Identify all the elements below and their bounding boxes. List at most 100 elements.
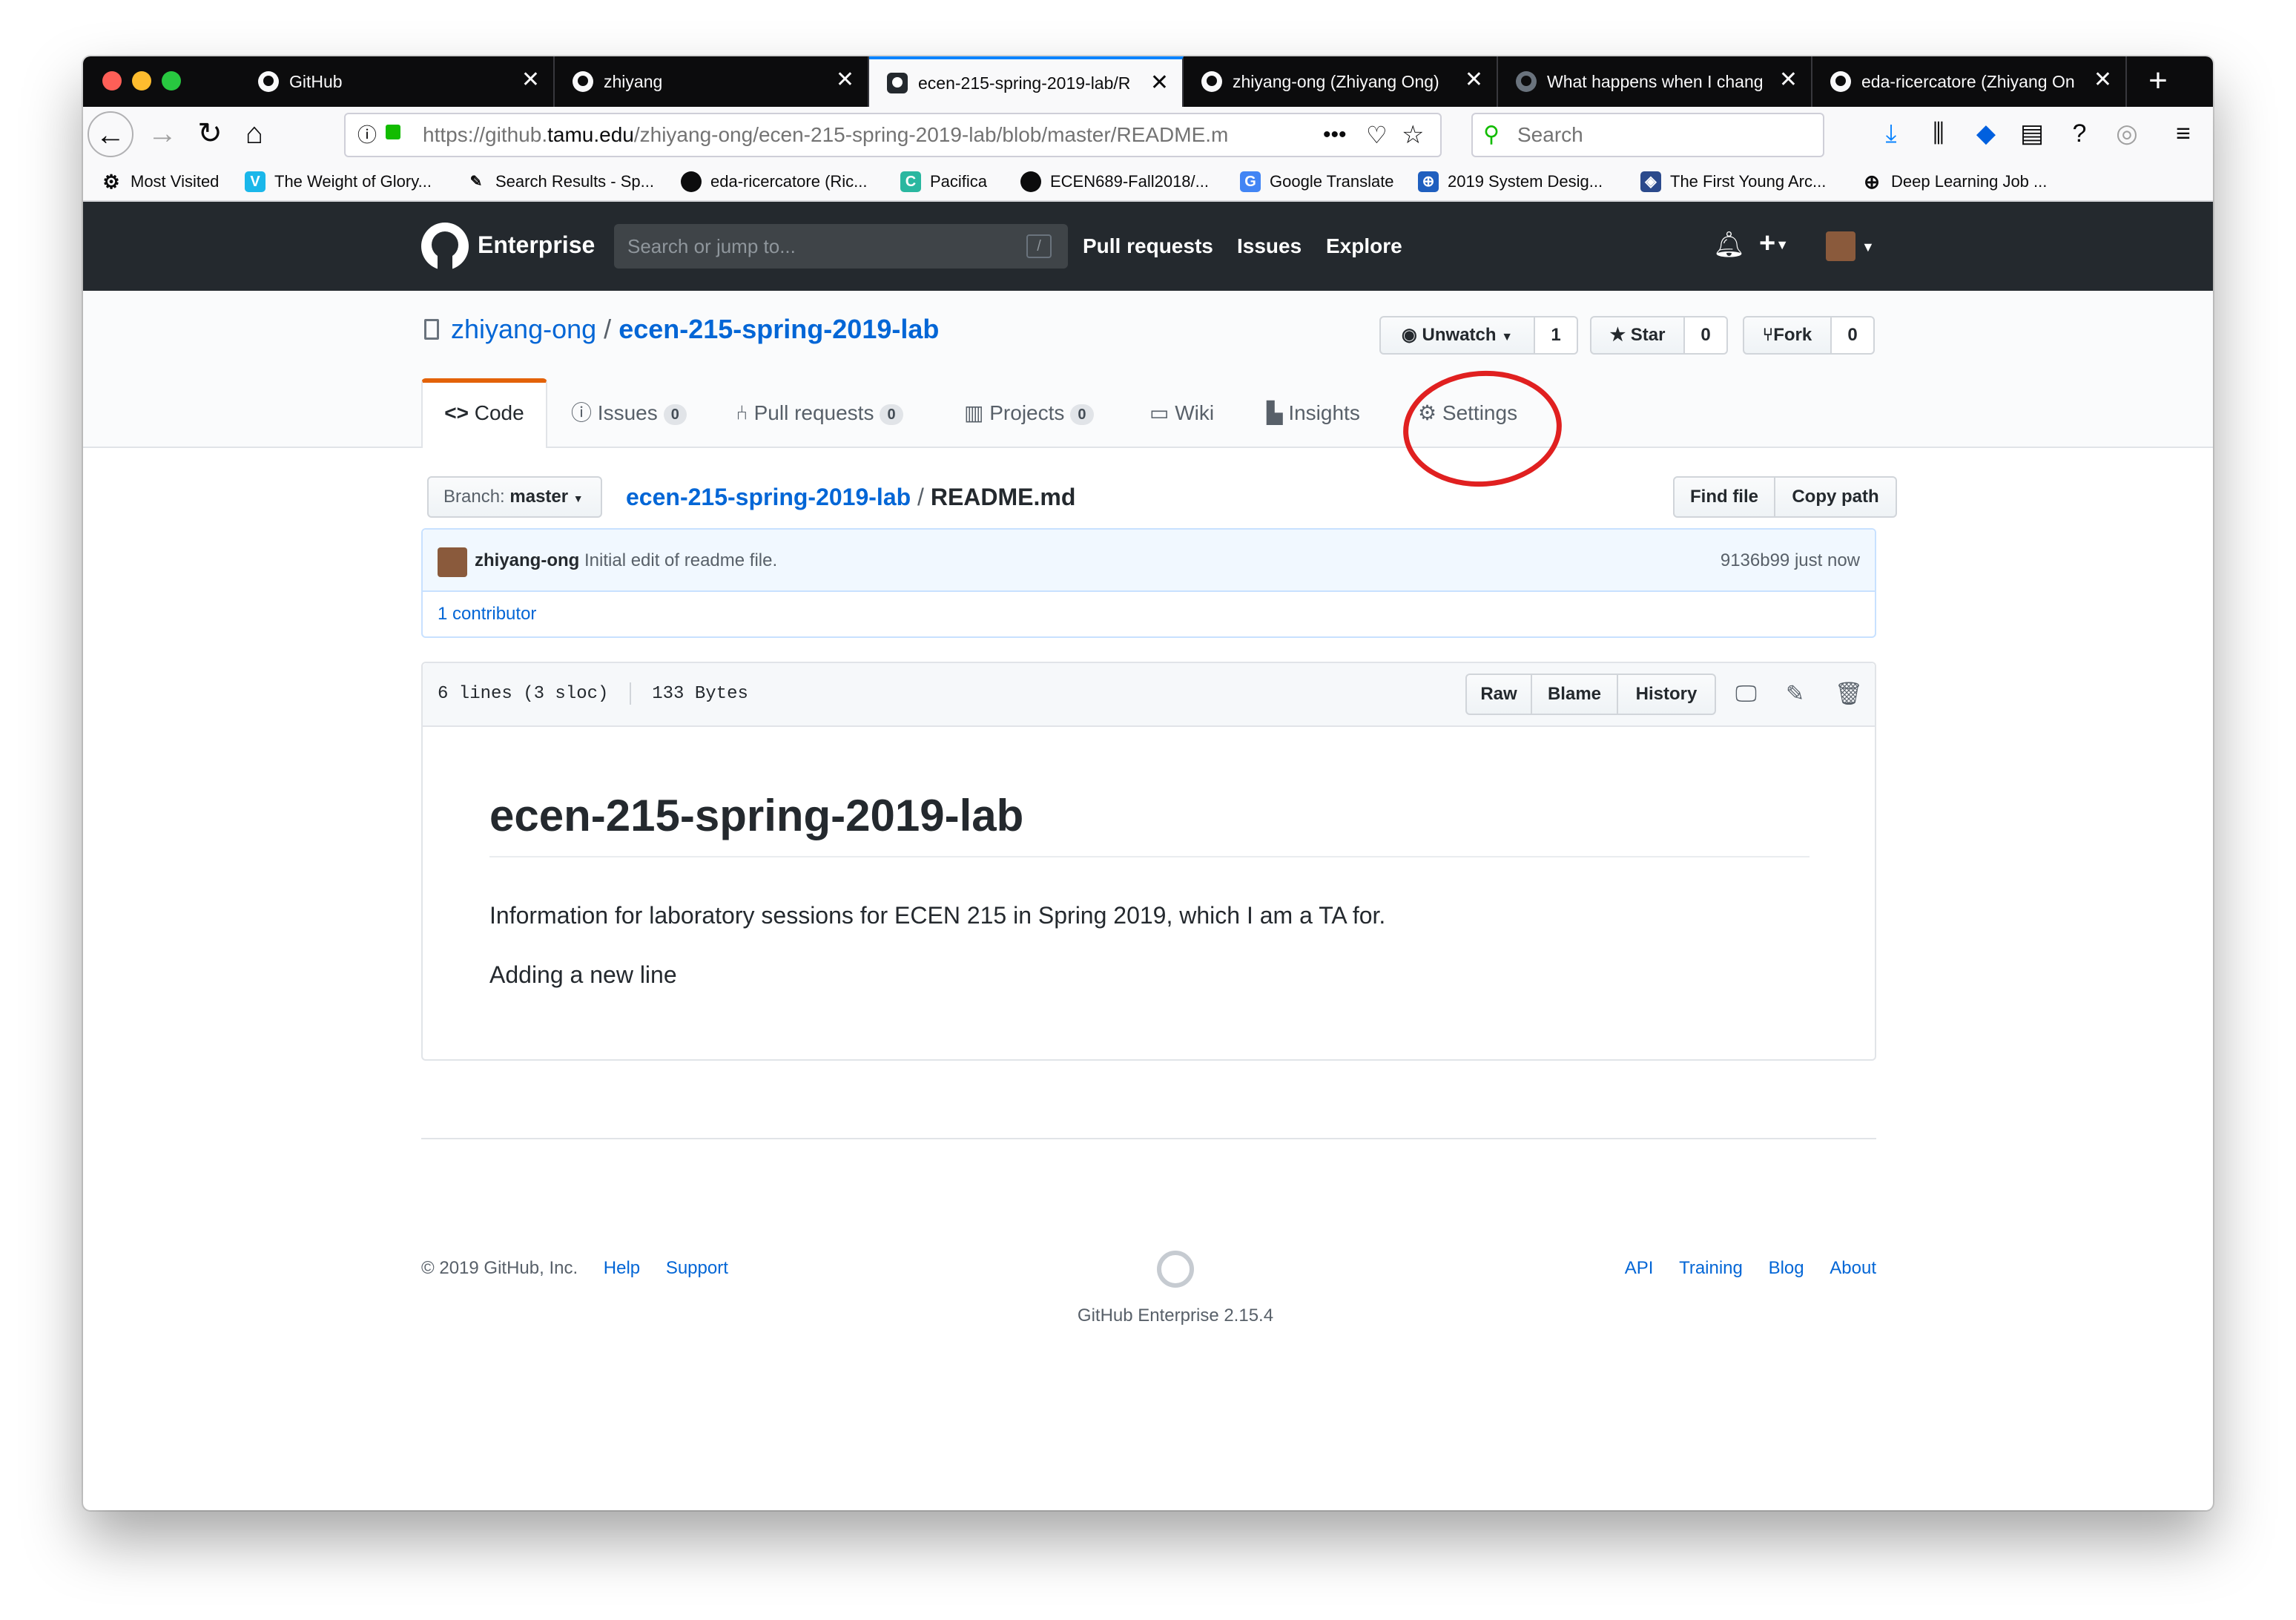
trash-icon[interactable]: 🗑︎ [1835,679,1863,709]
tab-insights[interactable]: ▙ Insights [1267,378,1360,448]
branch-select-button[interactable]: Branch: master ▼ [427,476,602,518]
close-icon[interactable]: ✕ [1465,67,1483,93]
navigation-toolbar: ← → ↻ ⌂ ⓘ https://github.tamu.edu/zhiyan… [83,107,2213,162]
footer-divider [421,1138,1876,1139]
hamburger-menu-icon[interactable]: ≡ [2167,117,2200,150]
commit-sha-link[interactable]: 9136b99 [1721,550,1789,570]
bookmark-google-translate[interactable]: G Google Translate [1240,169,1394,194]
bookmark-deep-learning-job[interactable]: ⊕ Deep Learning Job ... [1861,169,2047,194]
history-button[interactable]: History [1617,674,1716,715]
footer-support-link[interactable]: Support [666,1258,728,1278]
reload-icon[interactable]: ↻ [187,111,233,157]
github-mark-icon[interactable] [1157,1251,1194,1288]
blame-button[interactable]: Blame [1531,674,1618,715]
desktop-icon[interactable]: 🖵︎ [1735,679,1757,709]
footer-about-link[interactable]: About [1830,1258,1876,1278]
pocket-icon[interactable]: ♡ [1366,114,1388,156]
repo-owner-link[interactable]: zhiyang-ong [451,314,596,344]
fork-button[interactable]: ⑂Fork [1743,316,1832,355]
tab-zhiyang[interactable]: zhiyang ✕ [555,56,869,107]
tab-zhiyang-ong-profile[interactable]: zhiyang-ong (Zhiyang Ong) ✕ [1184,56,1498,107]
url-text: https://github.tamu.edu/zhiyang-ong/ecen… [423,123,1229,146]
close-icon[interactable]: ✕ [2094,67,2112,93]
fork-count[interactable]: 0 [1832,316,1875,355]
bookmark-most-visited[interactable]: ⚙ Most Visited [101,169,219,194]
bookmark-pacifica[interactable]: C Pacifica [900,169,987,194]
help-extension-icon[interactable]: ? [2063,117,2096,150]
zoom-window-button[interactable] [162,71,181,90]
downloads-icon[interactable]: ⤓ [1875,117,1907,150]
library-icon[interactable]: ⫼ [1922,117,1955,150]
chevron-down-icon: ▼ [1501,331,1514,343]
bookmark-first-young-architects[interactable]: ◈ The First Young Arc... [1640,169,1826,194]
bookmark-search-results[interactable]: ✎ Search Results - Sp... [466,169,654,194]
footer-help-link[interactable]: Help [604,1258,640,1278]
watch-count[interactable]: 1 [1535,316,1578,355]
github-logo-icon[interactable] [421,223,469,270]
bookmark-star-icon[interactable]: ☆ [1402,114,1424,156]
pencil-icon[interactable]: ✎ [1786,679,1804,709]
back-arrow-icon[interactable]: ← [88,111,133,157]
avatar[interactable] [1826,231,1855,261]
star-button[interactable]: ★ Star [1590,316,1685,355]
bookmark-weight-of-glory[interactable]: V The Weight of Glory... [245,169,432,194]
url-bar[interactable]: ⓘ https://github.tamu.edu/zhiyang-ong/ec… [344,113,1442,157]
nav-explore[interactable]: Explore [1326,233,1402,260]
search-bar[interactable]: ⚲ Search [1471,113,1824,157]
footer-version: GitHub Enterprise 2.15.4 [1077,1305,1274,1326]
close-icon[interactable]: ✕ [521,67,540,93]
projects-count-badge: 0 [1070,404,1094,425]
tab-projects[interactable]: ▥ Projects 0 [964,378,1094,448]
tab-github[interactable]: GitHub ✕ [240,56,555,107]
bookmark-ecen689[interactable]: ECEN689-Fall2018/... [1020,169,1209,194]
sidebar-icon[interactable]: ▤ [2016,117,2048,150]
commit-author-link[interactable]: zhiyang-ong [475,550,579,570]
footer-api-link[interactable]: API [1625,1258,1654,1278]
find-file-button[interactable]: Find file [1673,476,1775,518]
repo-name-link[interactable]: ecen-215-spring-2019-lab [618,314,939,344]
tab-code[interactable]: <> Code [421,378,547,448]
minimize-window-button[interactable] [132,71,151,90]
bookmark-2019-system-design[interactable]: ⊕ 2019 System Desig... [1418,169,1603,194]
search-input[interactable]: Search or jump to... / [614,224,1068,269]
close-icon[interactable]: ✕ [1779,67,1798,93]
avatar[interactable] [438,547,467,577]
commit-message-link[interactable]: Initial edit of readme file. [584,550,777,570]
star-count[interactable]: 0 [1685,316,1728,355]
nav-issues[interactable]: Issues [1237,233,1302,260]
chevron-down-icon[interactable]: ▼ [1861,234,1875,260]
tab-pull-requests[interactable]: ⑃ Pull requests 0 [736,378,903,448]
raw-button[interactable]: Raw [1465,674,1532,715]
tab-issues[interactable]: ⓘ Issues 0 [571,378,687,448]
eye-icon: ◉ [1401,325,1417,345]
github-favicon-icon [573,71,593,92]
close-window-button[interactable] [102,71,122,90]
extension-icon[interactable]: ◆ [1970,117,2002,150]
page-actions-icon[interactable]: ••• [1323,114,1347,156]
tab-eda-ricercatore[interactable]: eda-ricercatore (Zhiyang On ✕ [1812,56,2127,107]
close-icon[interactable]: ✕ [836,67,854,93]
tab-wiki[interactable]: ▭ Wiki [1149,378,1214,448]
footer-training-link[interactable]: Training [1679,1258,1743,1278]
breadcrumb-repo-link[interactable]: ecen-215-spring-2019-lab [626,484,911,510]
create-new-plus-icon[interactable]: +▼ [1759,227,1789,261]
github-favicon-icon [887,73,908,93]
close-icon[interactable]: ✕ [1150,70,1169,96]
contributors-link[interactable]: 1 contributor [438,599,536,629]
brand-label[interactable]: Enterprise [478,228,595,261]
nav-pull-requests[interactable]: Pull requests [1083,233,1213,260]
tab-what-happens[interactable]: What happens when I chang ✕ [1498,56,1812,107]
shield-icon: ◈ [1640,171,1661,192]
home-icon[interactable]: ⌂ [231,111,277,157]
info-icon[interactable]: ⓘ [357,114,377,156]
browser-window: GitHub ✕ zhiyang ✕ ecen-215-spring-2019-… [83,56,2213,1510]
unwatch-button[interactable]: ◉ Unwatch ▼ [1379,316,1535,355]
tab-ecen-215-readme[interactable]: ecen-215-spring-2019-lab/R ✕ [869,56,1184,107]
account-icon[interactable]: ◎ [2111,117,2143,150]
copy-path-button[interactable]: Copy path [1774,476,1897,518]
forward-arrow-icon[interactable]: → [139,111,185,157]
bookmark-eda-ricercatore[interactable]: eda-ricercatore (Ric... [681,169,868,194]
footer-blog-link[interactable]: Blog [1769,1258,1804,1278]
notification-bell-icon[interactable]: 🔔︎ [1713,228,1745,261]
new-tab-icon[interactable]: + [2137,61,2179,102]
